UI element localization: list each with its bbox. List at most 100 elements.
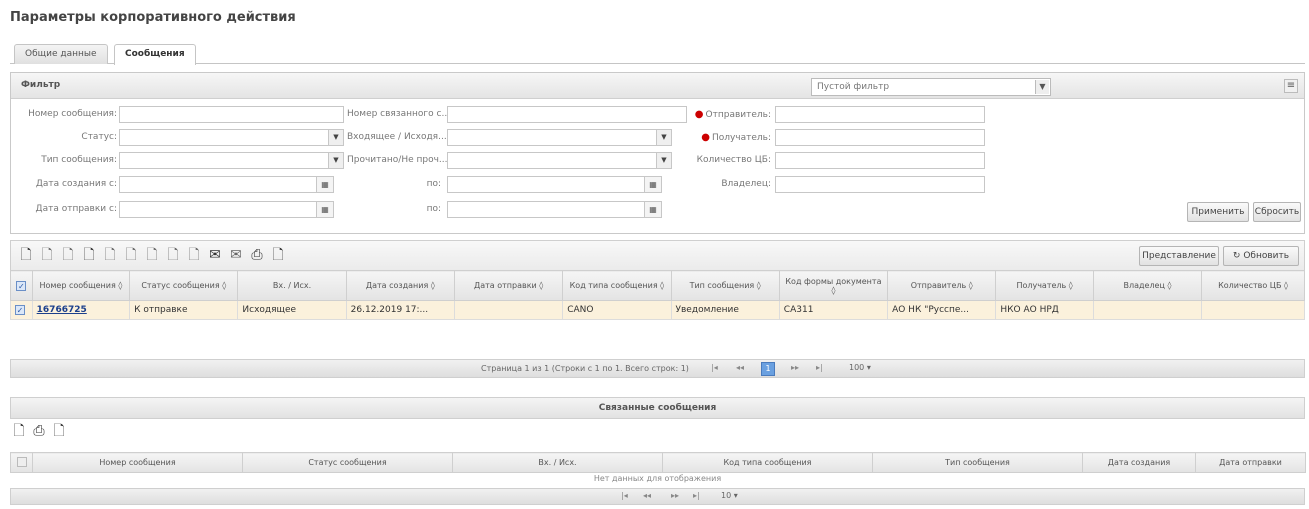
first-page-icon[interactable]: |◂ <box>711 363 718 375</box>
row-checkbox[interactable]: ✓ <box>10 300 33 320</box>
current-page[interactable]: 1 <box>761 362 775 376</box>
column-header[interactable]: Отправитель ◊ <box>887 270 997 301</box>
calendar-icon[interactable]: ▦ <box>644 177 661 192</box>
last-page-icon[interactable]: ▸| <box>693 491 700 503</box>
mail-icon[interactable]: ✉ <box>227 246 245 265</box>
column-header[interactable]: Статус сообщения <box>242 452 453 473</box>
qty-cb-input[interactable] <box>775 152 985 169</box>
sent-from-input[interactable]: ▦ <box>119 201 334 218</box>
column-header[interactable]: Получатель ◊ <box>995 270 1094 301</box>
search-document-icon[interactable]: 🗋 <box>122 246 140 265</box>
select-all-checkbox[interactable]: ✓ <box>10 270 33 301</box>
copy-document-icon[interactable]: 🗋 <box>59 246 77 265</box>
chevron-down-icon[interactable]: ▼ <box>656 130 671 145</box>
send-document-icon[interactable]: 🗋 <box>80 246 98 265</box>
next-page-icon[interactable]: ▸▸ <box>791 363 799 375</box>
column-header[interactable]: Дата создания ◊ <box>345 270 455 301</box>
export-document-icon[interactable]: 🗋 <box>50 422 68 441</box>
filter-header: Фильтр Пустой фильтр ▼ ≡ <box>11 73 1304 99</box>
edit-document-icon[interactable]: 🗋 <box>38 246 56 265</box>
column-header[interactable]: Статус сообщения ◊ <box>129 270 239 301</box>
qty-cb-label: Количество ЦБ: <box>696 155 771 165</box>
print-icon[interactable]: ⎙ <box>30 422 48 441</box>
empty-state: Нет данных для отображения <box>593 474 722 483</box>
owner-input[interactable] <box>775 176 985 193</box>
tab-messages[interactable]: Сообщения <box>114 44 196 65</box>
messages-table: ✓ Номер сообщения ◊ Статус сообщения ◊ В… <box>10 270 1305 320</box>
filter-preset-select[interactable]: Пустой фильтр ▼ <box>811 78 1051 96</box>
calendar-icon[interactable]: ▦ <box>644 202 661 217</box>
new-document-icon[interactable]: 🗋 <box>10 422 28 441</box>
column-header[interactable]: Код типа сообщения ◊ <box>562 270 672 301</box>
refresh-button[interactable]: ↻ Обновить <box>1223 246 1299 266</box>
message-number-link[interactable]: 16766725 <box>37 305 87 315</box>
table-cell: 26.12.2019 17:... <box>345 300 455 320</box>
column-header[interactable]: Код формы документа ◊ <box>778 270 889 301</box>
in-out-select[interactable]: ▼ <box>447 129 672 146</box>
sent-to-input[interactable]: ▦ <box>447 201 662 218</box>
xml-document-icon[interactable]: 🗋 <box>185 246 203 265</box>
column-header[interactable]: Вх. / Исх. <box>452 452 663 473</box>
first-page-icon[interactable]: |◂ <box>621 491 628 503</box>
created-from-input[interactable]: ▦ <box>119 176 334 193</box>
import-document-icon[interactable]: 🗋 <box>101 246 119 265</box>
table-cell[interactable]: 16766725 <box>31 300 131 320</box>
column-header[interactable]: Владелец ◊ <box>1092 270 1203 301</box>
mail-open-icon[interactable]: ✉ <box>206 246 224 265</box>
table-row[interactable]: ✓ 16766725 К отправке Исходящее 26.12.20… <box>10 300 1305 320</box>
export-document-icon[interactable]: 🗋 <box>269 246 287 265</box>
column-header[interactable]: Дата отправки ◊ <box>453 270 564 301</box>
receiver-input[interactable] <box>775 129 985 146</box>
msg-type-select[interactable]: ▼ <box>119 152 344 169</box>
select-all-checkbox[interactable] <box>10 452 33 473</box>
column-header[interactable]: Вх. / Исх. <box>237 270 347 301</box>
msg-type-label: Тип сообщения: <box>41 155 117 165</box>
msg-number-input[interactable] <box>119 106 344 123</box>
pager-summary: Страница 1 из 1 (Строки с 1 по 1. Всего … <box>481 364 689 373</box>
sender-input[interactable] <box>775 106 985 123</box>
calendar-icon[interactable]: ▦ <box>316 202 333 217</box>
refresh-document-icon[interactable]: 🗋 <box>143 246 161 265</box>
new-document-icon[interactable]: 🗋 <box>17 246 35 265</box>
chevron-down-icon[interactable]: ▼ <box>656 153 671 168</box>
column-header[interactable]: Количество ЦБ ◊ <box>1201 270 1305 301</box>
sent-from-label: Дата отправки с: <box>35 204 117 214</box>
sent-to-label: по: <box>426 204 441 214</box>
print-icon[interactable]: ⎙ <box>248 246 266 265</box>
column-header[interactable]: Дата создания <box>1082 452 1196 473</box>
in-out-label: Входящее / Исходя... <box>347 132 447 142</box>
prev-page-icon[interactable]: ◂◂ <box>736 363 744 375</box>
column-header[interactable]: Дата отправки <box>1195 452 1306 473</box>
check-document-icon[interactable]: 🗋 <box>164 246 182 265</box>
related-pager: |◂ ◂◂ ▸▸ ▸| 10 ▾ <box>10 488 1305 505</box>
related-number-label: Номер связанного с... <box>347 109 451 119</box>
next-page-icon[interactable]: ▸▸ <box>671 491 679 503</box>
view-menu-button[interactable]: Представление ▾ <box>1139 246 1219 279</box>
chevron-down-icon[interactable]: ▼ <box>1035 80 1049 94</box>
last-page-icon[interactable]: ▸| <box>816 363 823 375</box>
column-header[interactable]: Номер сообщения ◊ <box>31 270 131 301</box>
related-number-input[interactable] <box>447 106 687 123</box>
page-size-select[interactable]: 10 ▾ <box>721 491 738 503</box>
tab-general[interactable]: Общие данные <box>14 44 108 64</box>
read-select[interactable]: ▼ <box>447 152 672 169</box>
column-header[interactable]: Тип сообщения ◊ <box>670 270 780 301</box>
column-header[interactable]: Код типа сообщения <box>662 452 873 473</box>
calendar-icon[interactable]: ▦ <box>316 177 333 192</box>
reset-button[interactable]: Сбросить <box>1253 202 1301 222</box>
column-header[interactable]: Тип сообщения <box>872 452 1083 473</box>
column-header[interactable]: Номер сообщения <box>32 452 243 473</box>
table-cell <box>1201 300 1305 320</box>
table-cell: НКО АО НРД <box>995 300 1094 320</box>
created-to-input[interactable]: ▦ <box>447 176 662 193</box>
status-select[interactable]: ▼ <box>119 129 344 146</box>
page-size-select[interactable]: 100 ▾ <box>849 363 871 375</box>
created-from-label: Дата создания с: <box>35 179 117 189</box>
prev-page-icon[interactable]: ◂◂ <box>643 491 651 503</box>
read-label: Прочитано/Не проч... <box>347 155 448 165</box>
apply-button[interactable]: Применить <box>1187 202 1249 222</box>
related-messages-header: Связанные сообщения <box>10 397 1305 419</box>
table-cell: CANO <box>562 300 672 320</box>
menu-icon[interactable]: ≡ <box>1284 79 1298 93</box>
related-messages-table: Номер сообщения Статус сообщения Вх. / И… <box>10 452 1306 473</box>
